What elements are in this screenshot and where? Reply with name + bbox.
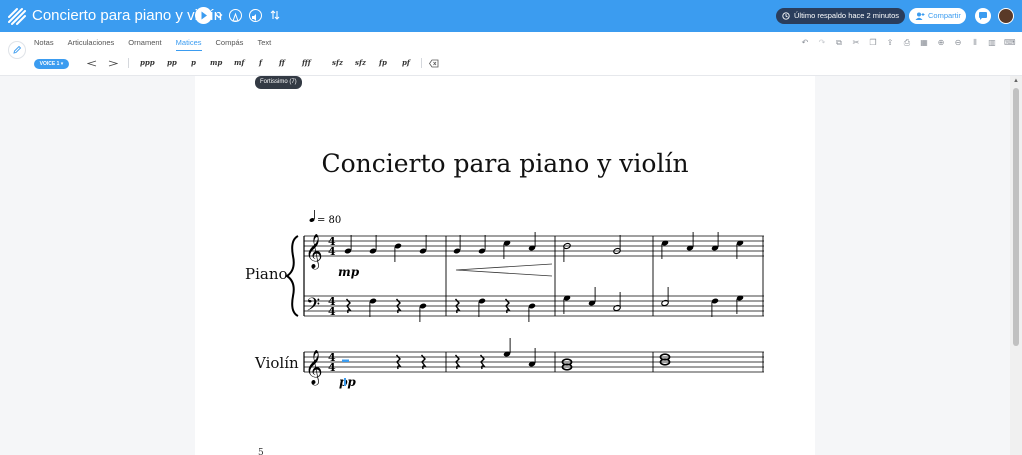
tempo-mark[interactable]: = 80 (309, 210, 341, 226)
svg-text:4: 4 (328, 245, 336, 258)
tooltip: Fortissimo (7) (255, 76, 302, 89)
time-signatures: 44 44 44 (328, 235, 336, 374)
piano-bass-notes[interactable] (345, 286, 745, 323)
decrescendo-hairpin[interactable] (455, 263, 553, 277)
scroll-up-icon[interactable]: ▲ (1013, 78, 1019, 84)
instrument-label-piano[interactable]: Piano (245, 265, 288, 283)
piano-treble-notes[interactable] (343, 231, 745, 263)
text-cursor (344, 378, 346, 386)
piano-dynamic-mark[interactable]: mp (338, 265, 360, 279)
barlines (445, 236, 764, 372)
vertical-scrollbar[interactable]: ▲ (1010, 76, 1022, 455)
selected-rest[interactable] (342, 359, 349, 363)
bass-clef-icon: 𝄢 (306, 295, 320, 320)
violin-dynamic-mark[interactable]: pp (339, 375, 356, 389)
score-notation[interactable]: = 80 Piano Violín 𝄞 𝄢 𝄞 44 44 44 mp pp 5 (0, 0, 1022, 455)
tempo-text: = 80 (317, 215, 341, 226)
svg-text:4: 4 (328, 305, 336, 318)
piano-brace (285, 235, 299, 317)
treble-clef-icon: 𝄞 (305, 234, 323, 270)
violin-notes[interactable] (342, 337, 671, 371)
measure-number: 5 (258, 448, 264, 455)
instrument-label-violin[interactable]: Violín (254, 354, 299, 372)
svg-text:4: 4 (328, 361, 336, 374)
violin-treble-clef-icon: 𝄞 (305, 350, 323, 386)
scrollbar-thumb[interactable] (1013, 88, 1019, 346)
